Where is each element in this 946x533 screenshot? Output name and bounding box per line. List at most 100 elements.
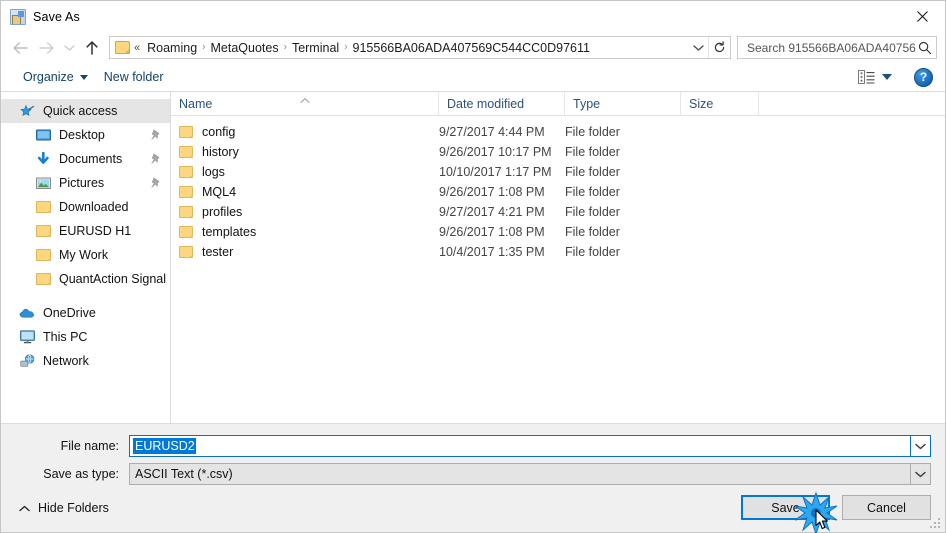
close-icon[interactable] [899, 1, 945, 32]
file-type-cell: File folder [565, 245, 620, 259]
save-as-type-control[interactable]: ASCII Text (*.csv) [129, 463, 931, 485]
sidebar-item-onedrive[interactable]: OneDrive [1, 301, 170, 325]
folder-icon [179, 206, 193, 218]
pin-icon[interactable] [150, 129, 160, 141]
app-icon [10, 8, 26, 25]
file-type-cell: File folder [565, 125, 620, 139]
table-row[interactable]: tester 10/4/2017 1:35 PM File folder [171, 242, 945, 262]
search-box[interactable] [737, 36, 937, 59]
table-row[interactable]: logs 10/10/2017 1:17 PM File folder [171, 162, 945, 182]
sidebar-item-label: Quick access [43, 104, 118, 118]
save-as-type-label: Save as type: [43, 467, 119, 481]
folder-icon [179, 186, 193, 198]
sidebar-item-pictures[interactable]: Pictures [1, 171, 170, 195]
this-pc-icon [19, 329, 35, 345]
breadcrumb-item-metaquotes[interactable]: MetaQuotes [208, 40, 282, 56]
recent-locations-chevron-down-icon[interactable] [59, 36, 79, 60]
change-view-button[interactable] [854, 68, 896, 86]
sidebar-item-label: OneDrive [43, 306, 96, 320]
column-label: Date modified [447, 96, 525, 111]
pin-icon[interactable] [150, 153, 160, 165]
cancel-button-label: Cancel [867, 500, 906, 515]
save-as-dialog: Save As « Roaming › MetaQuotes › Termina… [0, 0, 946, 533]
file-type-cell: File folder [565, 205, 620, 219]
file-name-label: templates [202, 225, 257, 239]
column-header-type[interactable]: Type [565, 92, 681, 115]
save-button-label: Save [771, 500, 800, 515]
table-row[interactable]: profiles 9/27/2017 4:21 PM File folder [171, 202, 945, 222]
view-chevron-down-icon [882, 74, 892, 80]
new-folder-button[interactable]: New folder [96, 67, 172, 87]
pictures-icon [35, 175, 51, 191]
folder-icon [179, 166, 193, 178]
file-date-cell: 9/27/2017 4:21 PM [439, 205, 545, 219]
file-name-input[interactable]: EURUSD2 [129, 435, 911, 457]
file-type-cell: File folder [565, 225, 620, 239]
up-button[interactable] [79, 36, 105, 60]
breadcrumb-item-roaming[interactable]: Roaming [144, 40, 200, 56]
file-name-label: logs [202, 165, 225, 179]
sidebar-item-documents[interactable]: Documents [1, 147, 170, 171]
save-button[interactable]: Save [741, 491, 838, 533]
table-row[interactable]: MQL4 9/26/2017 1:08 PM File folder [171, 182, 945, 202]
table-row[interactable]: history 9/26/2017 10:17 PM File folder [171, 142, 945, 162]
file-name-label: config [202, 125, 236, 139]
breadcrumb-overflow-icon[interactable]: « [134, 42, 140, 54]
forward-button[interactable] [33, 36, 59, 60]
help-button[interactable]: ? [914, 67, 933, 87]
breadcrumb-separator[interactable]: › [342, 42, 349, 53]
sidebar-item-network[interactable]: Network [1, 349, 170, 373]
file-type-cell: File folder [565, 165, 620, 179]
file-name-label: MQL4 [202, 185, 237, 199]
address-bar[interactable]: « Roaming › MetaQuotes › Terminal › 9155… [109, 36, 731, 59]
cancel-button[interactable]: Cancel [842, 495, 931, 520]
search-icon[interactable] [918, 41, 932, 55]
column-header-name[interactable]: Name [171, 92, 439, 115]
breadcrumb-item-terminal[interactable]: Terminal [289, 40, 342, 56]
sidebar-item-my-work[interactable]: My Work [1, 243, 170, 267]
breadcrumb-separator[interactable]: › [200, 42, 207, 53]
sidebar-item-label: Documents [59, 152, 123, 166]
pin-icon[interactable] [150, 177, 160, 189]
breadcrumb-separator[interactable]: › [282, 42, 289, 53]
back-button[interactable] [7, 36, 33, 60]
sidebar-item-eurusd-h1[interactable]: EURUSD H1 [1, 219, 170, 243]
hide-folders-button[interactable]: Hide Folders [15, 501, 109, 515]
file-date-cell: 10/10/2017 1:17 PM [439, 165, 552, 179]
refresh-icon[interactable] [708, 37, 730, 58]
command-toolbar: Organize New folder ? [1, 63, 945, 92]
column-header-size[interactable]: Size [681, 92, 759, 115]
save-as-type-value[interactable]: ASCII Text (*.csv) [129, 463, 911, 485]
column-header-date-modified[interactable]: Date modified [439, 92, 565, 115]
sidebar-item-quick-access[interactable]: Quick access [1, 99, 170, 123]
column-label: Type [573, 96, 601, 111]
organize-label: Organize [23, 70, 74, 84]
folder-icon [179, 246, 193, 258]
file-type-cell: File folder [565, 185, 620, 199]
sidebar-item-label: Pictures [59, 176, 105, 190]
resize-grip[interactable] [929, 517, 942, 530]
table-row[interactable]: templates 9/26/2017 1:08 PM File folder [171, 222, 945, 242]
column-label: Name [179, 96, 213, 111]
organize-button[interactable]: Organize [15, 67, 96, 87]
file-list-pane: Name Date modified Type Size config 9/27… [171, 92, 945, 423]
breadcrumb-item-terminal-id[interactable]: 915566BA06ADA407569C544CC0D97611 [350, 40, 593, 56]
table-row[interactable]: config 9/27/2017 4:44 PM File folder [171, 122, 945, 142]
sidebar-item-downloaded[interactable]: Downloaded [1, 195, 170, 219]
file-name-label: File name: [60, 439, 119, 453]
file-name-control: EURUSD2 [129, 435, 931, 457]
sidebar-item-this-pc[interactable]: This PC [1, 325, 170, 349]
save-as-type-chevron-down-icon[interactable] [911, 463, 931, 485]
address-chevron-down-icon[interactable] [688, 37, 708, 58]
title-bar: Save As [1, 1, 945, 32]
save-as-type-row: Save as type: ASCII Text (*.csv) [1, 457, 945, 485]
file-name-value: EURUSD2 [133, 438, 196, 454]
sidebar-item-quantaction-signal[interactable]: QuantAction Signal [1, 267, 170, 291]
chevron-down-icon [79, 74, 88, 80]
search-input[interactable] [745, 39, 918, 56]
file-name-chevron-down-icon[interactable] [911, 435, 931, 457]
file-name-cell: config [179, 125, 439, 139]
sidebar-item-desktop[interactable]: Desktop [1, 123, 170, 147]
sidebar-divider [1, 291, 170, 301]
navigation-bar: « Roaming › MetaQuotes › Terminal › 9155… [1, 32, 945, 63]
